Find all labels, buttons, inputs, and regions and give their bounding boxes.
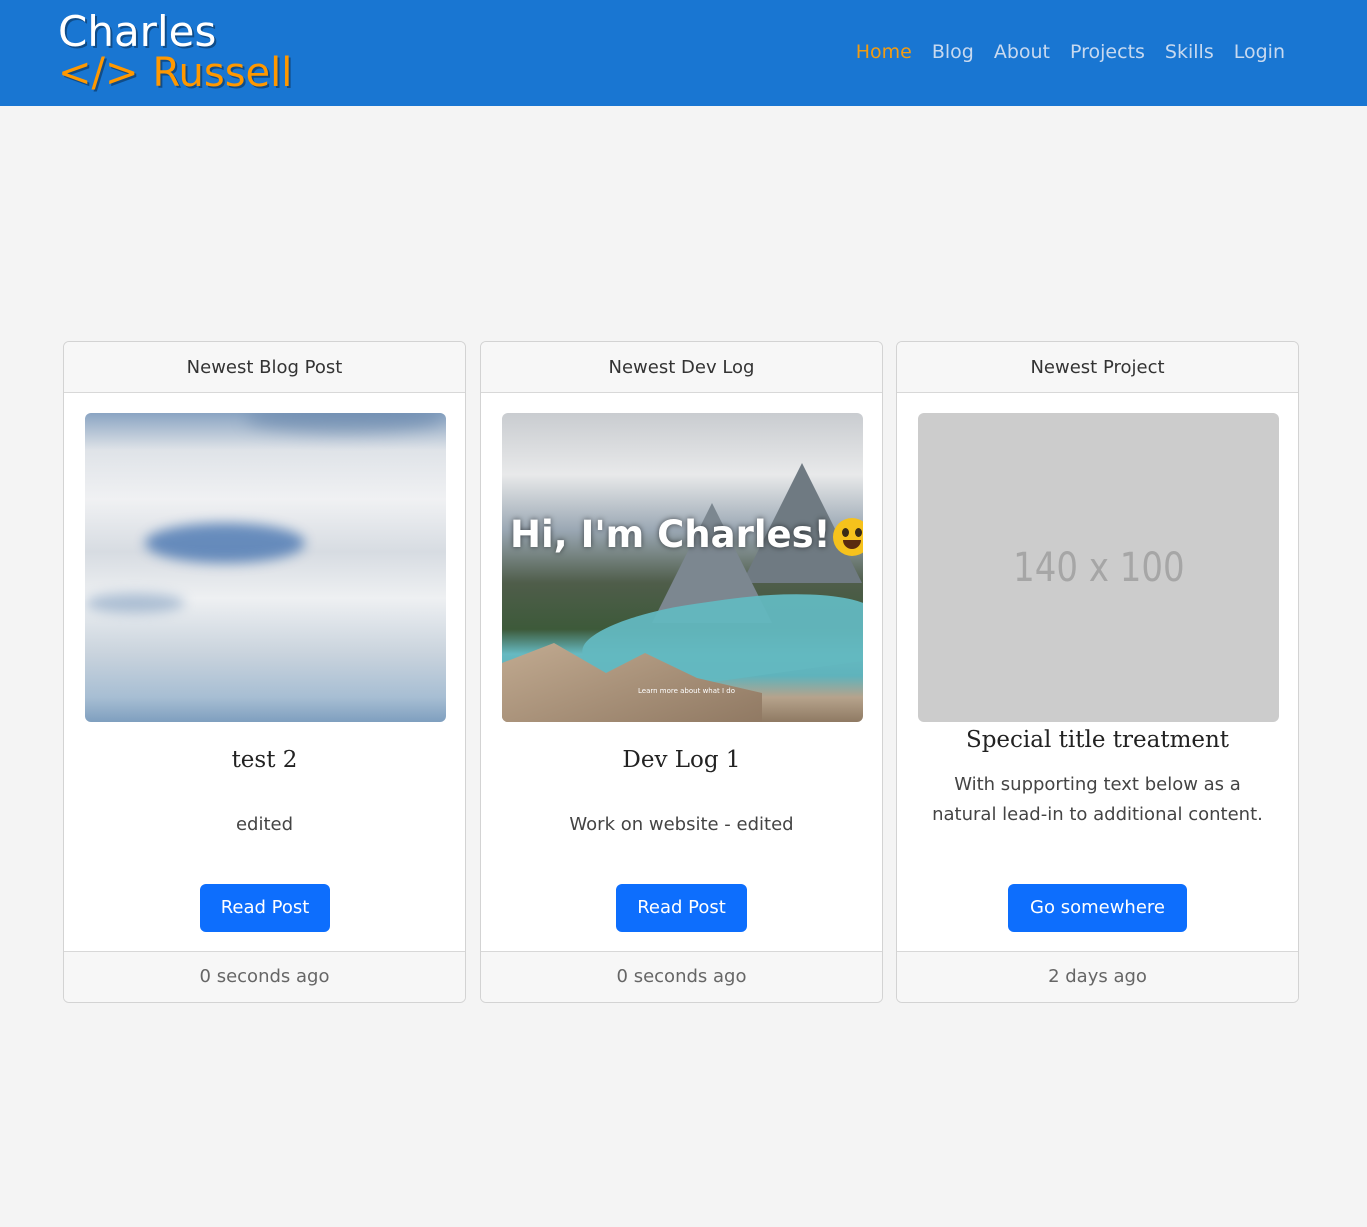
nav-about[interactable]: About bbox=[984, 38, 1060, 66]
card-header: Newest Dev Log bbox=[481, 342, 882, 393]
nav-projects[interactable]: Projects bbox=[1060, 38, 1155, 66]
main-nav: Home Blog About Projects Skills Login bbox=[846, 38, 1295, 66]
hero-cta-text: Learn more about what I do bbox=[638, 687, 736, 695]
card-text: With supporting text below as a natural … bbox=[932, 774, 1263, 825]
go-somewhere-button[interactable]: Go somewhere bbox=[1008, 884, 1187, 932]
card-title: test 2 bbox=[231, 747, 298, 773]
placeholder-label: 140 x 100 bbox=[1012, 544, 1185, 591]
dev-log-card: Newest Dev Log Hi, I'm Charles! Learn mo… bbox=[480, 341, 883, 1003]
card-title: Special title treatment bbox=[965, 727, 1230, 753]
smiley-icon bbox=[832, 517, 863, 556]
blog-post-card: Newest Blog Post test 2 edited Read Post… bbox=[63, 341, 466, 1003]
card-title: Dev Log 1 bbox=[622, 747, 741, 773]
card-header: Newest Project bbox=[897, 342, 1298, 393]
card-text: edited bbox=[235, 814, 294, 835]
hero-greeting: Hi, I'm Charles! bbox=[510, 513, 831, 556]
nav-home[interactable]: Home bbox=[846, 38, 922, 66]
brand-last-name: Russell bbox=[152, 50, 293, 96]
dev-log-image: Hi, I'm Charles! Learn more about what I… bbox=[502, 413, 863, 722]
card-footer-timestamp: 0 seconds ago bbox=[481, 951, 882, 1002]
card-footer-timestamp: 0 seconds ago bbox=[64, 951, 465, 1002]
brand-code-icon: </> bbox=[58, 50, 139, 96]
brand-logo[interactable]: Charles </> Russell bbox=[58, 8, 348, 98]
card-text: Work on website - edited bbox=[569, 814, 794, 835]
project-card: Newest Project 140 x 100 Special title t… bbox=[896, 341, 1299, 1003]
nav-skills[interactable]: Skills bbox=[1155, 38, 1224, 66]
project-placeholder-image: 140 x 100 bbox=[918, 413, 1279, 722]
top-navbar: Charles </> Russell Home Blog About Proje… bbox=[0, 0, 1367, 106]
read-post-button[interactable]: Read Post bbox=[616, 884, 747, 932]
nav-blog[interactable]: Blog bbox=[922, 38, 984, 66]
card-header: Newest Blog Post bbox=[64, 342, 465, 393]
brand-first-name: Charles bbox=[58, 7, 217, 56]
blog-post-image bbox=[85, 413, 446, 722]
card-footer-timestamp: 2 days ago bbox=[897, 951, 1298, 1002]
nav-login[interactable]: Login bbox=[1224, 38, 1295, 66]
read-post-button[interactable]: Read Post bbox=[200, 884, 330, 932]
